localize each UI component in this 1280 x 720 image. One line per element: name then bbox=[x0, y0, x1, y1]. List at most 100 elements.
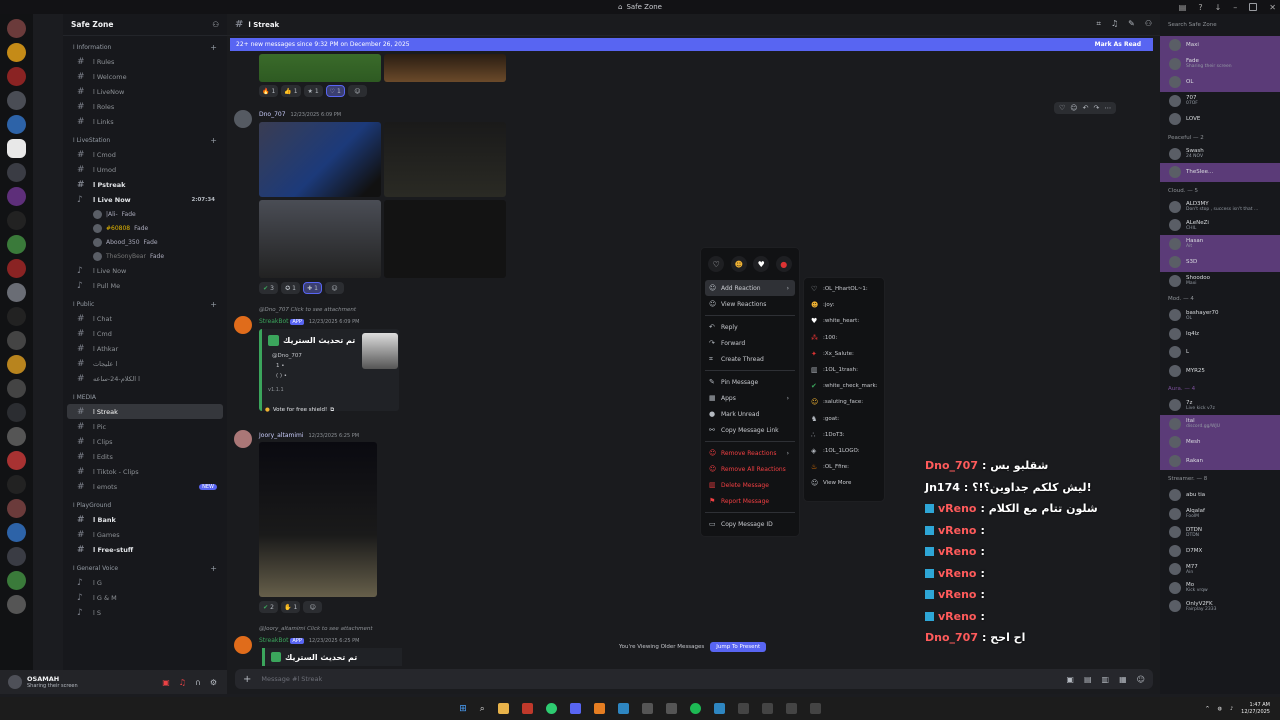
author-name[interactable]: StreakBot bbox=[259, 637, 288, 644]
plus-icon[interactable]: + bbox=[210, 43, 217, 52]
plus-icon[interactable]: + bbox=[210, 564, 217, 573]
server-icon[interactable] bbox=[7, 379, 26, 398]
category-header[interactable]: ا PlayGround bbox=[63, 498, 227, 512]
spotify-icon[interactable] bbox=[689, 703, 701, 714]
reaction-option[interactable]: ✦:Xx_Salute: bbox=[807, 346, 881, 362]
clock[interactable]: 1:47 AM 12/27/2025 bbox=[1241, 702, 1270, 716]
more-icon[interactable]: ⋯ bbox=[1104, 104, 1111, 112]
avatar[interactable] bbox=[234, 110, 252, 128]
attachment-image[interactable] bbox=[384, 200, 506, 278]
server-icon[interactable] bbox=[7, 67, 26, 86]
chrome-icon[interactable] bbox=[545, 703, 557, 714]
server-icon[interactable] bbox=[7, 331, 26, 350]
reaction-pill[interactable]: 👍 1 bbox=[281, 85, 301, 97]
category-header[interactable]: ا Information + bbox=[63, 40, 227, 54]
menu-item-delete[interactable]: ▥ Delete Message bbox=[705, 477, 795, 493]
category-header[interactable]: ا General Voice + bbox=[63, 561, 227, 575]
server-icon[interactable] bbox=[7, 307, 26, 326]
menu-item-apps[interactable]: ▦ Apps › bbox=[705, 390, 795, 406]
member-item[interactable]: Rakan bbox=[1160, 451, 1280, 470]
channel-item[interactable]: # ا Free-stuff bbox=[67, 542, 223, 557]
server-icon[interactable] bbox=[7, 163, 26, 182]
view-more-option[interactable]: ☺ View More bbox=[807, 475, 881, 491]
reaction-pill[interactable]: ♡ 1 bbox=[325, 85, 345, 97]
maximize-button[interactable] bbox=[1249, 3, 1258, 11]
plus-icon[interactable]: + bbox=[210, 136, 217, 145]
help-icon[interactable]: ? bbox=[1198, 3, 1202, 12]
app-icon[interactable] bbox=[665, 703, 677, 714]
add-member-icon[interactable]: ⚇ bbox=[212, 20, 219, 29]
channel-item[interactable]: # ا Rules bbox=[67, 54, 223, 69]
chevron-up-icon[interactable]: ^ bbox=[1205, 706, 1209, 712]
channel-item-active[interactable]: # ا Streak bbox=[67, 404, 223, 419]
voice-channel-item[interactable]: ♪ ا G bbox=[67, 575, 223, 590]
member-item[interactable]: Ital discord.gg/WJU bbox=[1160, 414, 1280, 433]
add-reaction-button[interactable]: ☺ bbox=[347, 85, 367, 97]
member-item[interactable]: TheSlee... bbox=[1160, 163, 1280, 182]
voice-channel-item[interactable]: ♪ ا G & M bbox=[67, 590, 223, 605]
app-icon[interactable] bbox=[761, 703, 773, 714]
guild-header[interactable]: Safe Zone ⚇ bbox=[63, 14, 227, 36]
controller-icon[interactable]: ▣ bbox=[162, 678, 170, 687]
attachment-image[interactable] bbox=[259, 200, 381, 278]
red-emoji-icon[interactable]: ● bbox=[775, 256, 792, 272]
headphones-icon[interactable]: ∩ bbox=[195, 678, 201, 687]
reaction-pill[interactable]: ✔ 3 bbox=[259, 282, 278, 294]
channel-item[interactable]: # ا Games bbox=[67, 527, 223, 542]
mark-as-read-button[interactable]: Mark As Read bbox=[1095, 41, 1141, 48]
start-icon[interactable]: ⊞ bbox=[459, 704, 467, 714]
server-icon[interactable] bbox=[7, 283, 26, 302]
reaction-option[interactable]: ☻:joy: bbox=[807, 297, 881, 313]
member-item[interactable]: abu tia bbox=[1160, 486, 1280, 505]
white-heart-icon[interactable]: ♥ bbox=[753, 256, 770, 272]
reaction-option[interactable]: ▥:1OL_1trash: bbox=[807, 362, 881, 378]
search-input[interactable]: Search Safe Zone bbox=[1160, 14, 1280, 36]
channel-item[interactable]: # ا Athkar bbox=[67, 341, 223, 356]
member-item[interactable]: D7MX bbox=[1160, 542, 1280, 561]
member-item[interactable]: LOVE bbox=[1160, 110, 1280, 129]
reaction-option[interactable]: ◈:1OL_1LOGO: bbox=[807, 443, 881, 459]
voice-user[interactable]: Abood_350 Fade bbox=[63, 235, 227, 249]
vote-link[interactable]: ● Vote for free shield! ⧉ bbox=[265, 407, 334, 414]
plus-icon[interactable]: + bbox=[243, 674, 251, 685]
app-icon[interactable] bbox=[737, 703, 749, 714]
pin-icon[interactable]: ✎ bbox=[1128, 19, 1135, 29]
member-item[interactable]: MYR25 bbox=[1160, 362, 1280, 381]
member-item[interactable]: Mo Kick vrqw bbox=[1160, 579, 1280, 598]
member-item[interactable]: M77 Ain bbox=[1160, 560, 1280, 579]
channel-item[interactable]: # ا Tiktok - Clips bbox=[67, 464, 223, 479]
reaction-option[interactable]: ∴:1DoT3: bbox=[807, 427, 881, 443]
attachment-image[interactable] bbox=[259, 442, 377, 597]
mic-icon[interactable]: ♫ bbox=[179, 678, 186, 687]
emoji-icon[interactable]: ☺ bbox=[1137, 675, 1145, 684]
heart-outline-icon[interactable]: ♡ bbox=[708, 256, 725, 272]
menu-item-remove-all-reactions[interactable]: ☺ Remove All Reactions bbox=[705, 461, 795, 477]
reply-reference[interactable]: @Dno_707 Click to see attachment bbox=[259, 307, 356, 313]
member-item[interactable]: ALeNeZi CHIL bbox=[1160, 216, 1280, 235]
member-item[interactable]: Swash 24 NOV bbox=[1160, 145, 1280, 164]
channel-item[interactable]: # ا Pic bbox=[67, 419, 223, 434]
server-icon[interactable] bbox=[7, 403, 26, 422]
member-item[interactable]: Hasan Ait bbox=[1160, 234, 1280, 253]
menu-item-copy-link[interactable]: ⚯ Copy Message Link bbox=[705, 422, 795, 438]
attachment-image[interactable] bbox=[259, 54, 381, 82]
add-reaction-button[interactable]: ☺ bbox=[325, 282, 344, 294]
member-item[interactable]: OL bbox=[1160, 73, 1280, 92]
minimize-button[interactable]: – bbox=[1233, 3, 1237, 12]
server-icon[interactable] bbox=[7, 355, 26, 374]
category-header[interactable]: ا Public + bbox=[63, 297, 227, 311]
reaction-option[interactable]: ♞:goat: bbox=[807, 411, 881, 427]
voice-user[interactable]: #60808 Fade bbox=[63, 221, 227, 235]
server-icon[interactable] bbox=[7, 43, 26, 62]
reaction-option[interactable]: ✔:white_check_mark: bbox=[807, 378, 881, 394]
server-icon[interactable] bbox=[7, 547, 26, 566]
reaction-pill[interactable]: ✚ 1 bbox=[303, 282, 322, 294]
avatar[interactable] bbox=[234, 636, 252, 654]
channel-item[interactable]: # ا Pstreak bbox=[67, 177, 223, 192]
reaction-option[interactable]: ♥:white_heart: bbox=[807, 313, 881, 329]
bell-icon[interactable]: ♫ bbox=[1111, 19, 1118, 29]
server-icon[interactable] bbox=[7, 523, 26, 542]
reaction-option[interactable]: ♡:OL_HhartOL~1: bbox=[807, 281, 881, 297]
gift-icon[interactable]: ▣ bbox=[1066, 675, 1074, 684]
app-icon[interactable] bbox=[593, 703, 605, 714]
